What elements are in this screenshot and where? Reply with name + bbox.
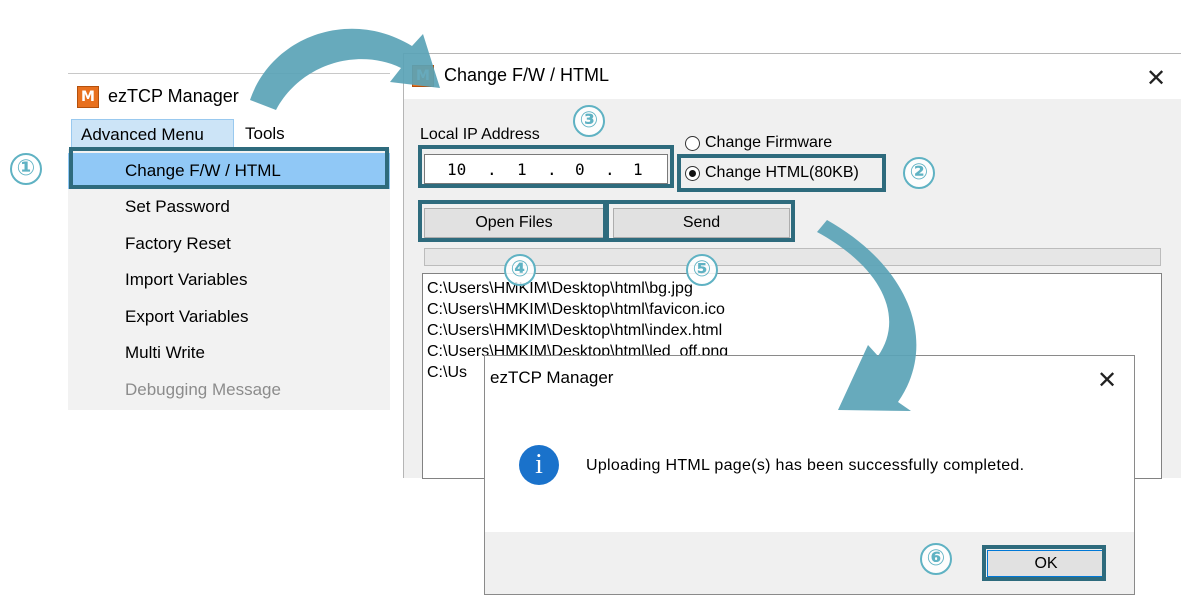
step-number-4: ④ (504, 254, 536, 286)
menu-advanced-menu[interactable]: Advanced Menu (71, 119, 234, 148)
menu-window-titlebar: M ezTCP Manager (68, 73, 390, 117)
menu-item-multi-write[interactable]: Multi Write (68, 335, 390, 371)
highlight-send (605, 200, 795, 242)
menu-tools[interactable]: Tools (236, 119, 294, 148)
menu-item-export-variables[interactable]: Export Variables (68, 299, 390, 335)
dialog-message: Uploading HTML page(s) has been successf… (586, 457, 1025, 474)
close-icon[interactable]: ✕ (1097, 368, 1117, 392)
step-number-3: ③ (573, 105, 605, 137)
ezTCP-logo-icon: M (77, 86, 99, 108)
local-ip-label: Local IP Address (420, 126, 540, 143)
ezTCP-logo-icon: M (412, 65, 434, 87)
fw-window-titlebar: M Change F/W / HTML ✕ (404, 54, 1181, 99)
highlight-ip-address (418, 145, 674, 188)
menu-window-title: ezTCP Manager (108, 86, 239, 106)
close-icon[interactable]: ✕ (1146, 66, 1166, 90)
dialog-title: ezTCP Manager (490, 368, 614, 387)
highlight-ok-button (982, 545, 1106, 581)
step-number-6: ⑥ (920, 543, 952, 575)
step-number-5: ⑤ (686, 254, 718, 286)
highlight-change-html-radio (677, 154, 886, 192)
ezTCP-menu-window: M ezTCP Manager Advanced Menu Tools Chan… (68, 73, 390, 410)
info-icon: i (519, 445, 559, 485)
menu-item-debugging-message: Debugging Message (125, 380, 281, 399)
fw-window-title: Change F/W / HTML (444, 65, 610, 85)
radio-change-firmware[interactable] (685, 136, 700, 151)
menu-item-factory-reset[interactable]: Factory Reset (68, 226, 390, 262)
step-number-2: ② (903, 157, 935, 189)
highlight-open-files (418, 200, 607, 242)
menu-item-set-password[interactable]: Set Password (68, 189, 390, 225)
list-item: C:\Users\HMKIM\Desktop\html\index.html (427, 322, 723, 339)
list-item: C:\Users\HMKIM\Desktop\html\bg.jpg (427, 280, 693, 297)
list-item: C:\Us (427, 364, 467, 381)
list-item: C:\Users\HMKIM\Desktop\html\favicon.ico (427, 301, 725, 318)
menubar: Advanced Menu Tools (68, 119, 390, 149)
step-number-1: ① (10, 153, 42, 185)
dialog-titlebar: ezTCP Manager ✕ (485, 356, 1134, 400)
menu-item-import-variables[interactable]: Import Variables (68, 262, 390, 298)
highlight-change-fw-menu (69, 147, 389, 189)
radio-change-firmware-label[interactable]: Change Firmware (705, 134, 832, 152)
